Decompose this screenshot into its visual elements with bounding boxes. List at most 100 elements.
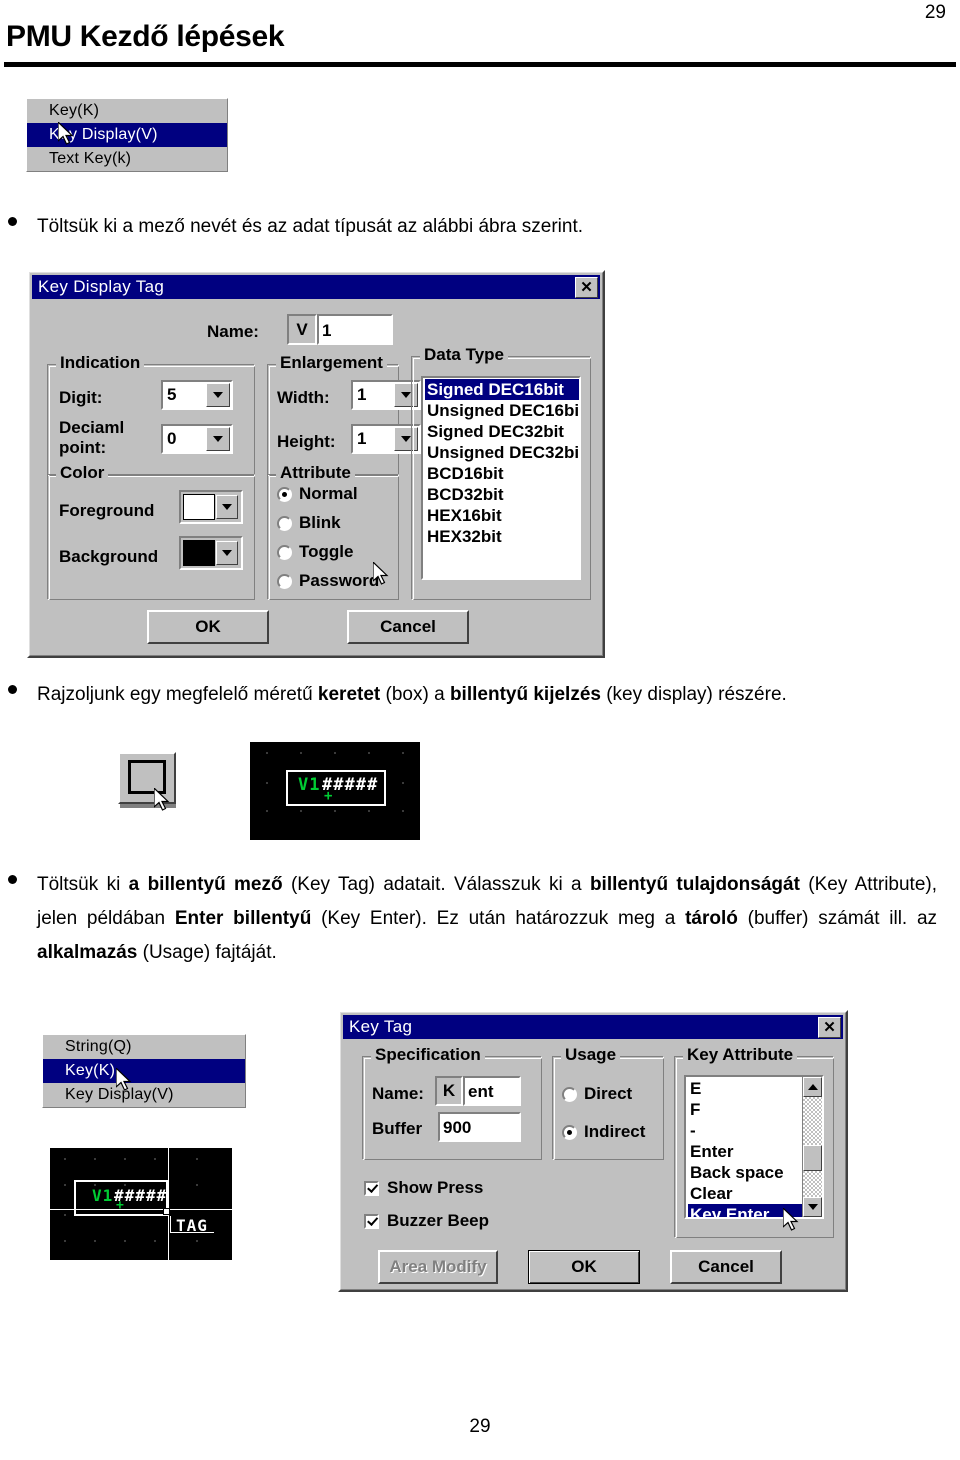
checkbox-icon [364,1213,379,1229]
foreground-color-picker[interactable] [179,490,243,524]
paragraph-3-bold: alkalmazás [37,942,138,963]
key-attribute-group-label: Key Attribute [683,1045,798,1065]
attribute-option-label: Password [299,571,380,590]
area-modify-button[interactable]: Area Modify [378,1250,498,1284]
cancel-button[interactable]: Cancel [347,610,469,644]
attribute-option-label: Blink [299,513,341,532]
key-attribute-scrollbar[interactable] [802,1077,822,1217]
width-value: 1 [357,385,367,404]
key-tag-dialog[interactable]: Key Tag ✕ Specification Name: K ent Buff… [338,1010,848,1292]
checkbox-icon [364,1180,379,1196]
dialog-titlebar[interactable]: Key Display Tag ✕ [32,275,600,299]
usage-group: Usage [552,1045,664,1160]
context-menu-top[interactable]: Key(K) Key Display(V) Text Key(k) [26,98,228,172]
pmu-selection-handle[interactable] [163,1208,170,1215]
key-name-input[interactable]: ent [463,1076,521,1106]
list-item[interactable]: HEX16bit [425,505,579,526]
specification-group-label: Specification [371,1045,485,1065]
menu-item-key-display[interactable]: Key Display(V) [43,1083,245,1107]
list-item[interactable]: Unsigned DEC32bit [425,442,579,463]
menu-item-key[interactable]: Key(K) [27,99,227,123]
paragraph-2-seg: (box) a [380,684,450,705]
chevron-down-icon[interactable] [216,541,238,565]
paragraph-3-seg: (Usage) fajtáját. [137,942,277,963]
usage-radio-indirect[interactable]: Indirect [562,1122,645,1142]
paragraph-1-text: Töltsük ki a mező nevét és az adat típus… [37,216,584,237]
scroll-up-icon[interactable] [803,1077,822,1097]
name-input[interactable]: 1 [317,314,393,345]
show-press-checkbox[interactable]: Show Press [364,1178,483,1198]
list-item[interactable]: Signed DEC32bit [425,421,579,442]
pmu-cursor-mark-2: + [116,1198,125,1213]
draw-box-tool-icon[interactable] [118,748,182,810]
radio-icon [277,544,292,560]
menu-item-text-key[interactable]: Text Key(k) [27,147,227,171]
usage-radio-direct[interactable]: Direct [562,1084,632,1104]
key-attribute-listbox[interactable]: E F - Enter Back space Clear Key Enter [684,1075,824,1219]
paragraph-3-seg: (Key Enter). Ez után határozzuk meg a [311,908,686,929]
background-label: Background [59,547,159,566]
list-item[interactable]: Enter [688,1141,802,1162]
attribute-radio-password[interactable]: Password [277,571,379,591]
key-attribute-list-items: E F - Enter Back space Clear Key Enter [686,1077,802,1217]
menu-item-label: String(Q) [65,1038,132,1055]
menu-item-label: Key Display(V) [65,1086,174,1103]
list-item[interactable]: Back space [688,1162,802,1183]
foreground-label: Foreground [59,501,155,520]
close-icon[interactable]: ✕ [818,1016,841,1038]
decimal-point-combobox[interactable]: 0 [161,424,233,454]
menu-item-key-display[interactable]: Key Display(V) [27,123,227,147]
list-item[interactable]: Signed DEC16bit [425,379,579,400]
close-icon[interactable]: ✕ [575,276,598,298]
decimal-point-value: 0 [167,429,177,448]
background-color-picker[interactable] [179,536,243,570]
show-press-label: Show Press [387,1178,484,1197]
attribute-radio-toggle[interactable]: Toggle [277,542,353,562]
buzzer-beep-checkbox[interactable]: Buzzer Beep [364,1211,489,1231]
menu-item-key[interactable]: Key(K) [43,1059,245,1083]
context-menu-bottom[interactable]: String(Q) Key(K) Key Display(V) [42,1034,246,1108]
decimal-point-label-line1: Deciaml [59,418,125,437]
attribute-radio-blink[interactable]: Blink [277,513,341,533]
attribute-group-label: Attribute [276,463,355,483]
chevron-down-icon[interactable] [216,495,238,519]
key-name-prefix: K [435,1076,463,1106]
ok-button[interactable]: OK [147,610,269,644]
chevron-down-icon[interactable] [206,383,230,407]
scrollbar-thumb[interactable] [803,1145,822,1171]
height-value: 1 [357,429,367,448]
paragraph-2-bold: keretet [317,684,381,705]
dialog-titlebar[interactable]: Key Tag ✕ [343,1015,843,1039]
paragraph-3-bold: tároló [685,908,738,929]
list-item[interactable]: HEX32bit [425,526,579,547]
paragraph-3-bold: Enter billentyű [174,908,312,929]
menu-item-string[interactable]: String(Q) [43,1035,245,1059]
scroll-down-icon[interactable] [803,1197,822,1217]
specification-group: Specification [362,1045,542,1160]
list-item[interactable]: E [688,1078,802,1099]
data-type-listbox[interactable]: Signed DEC16bit Unsigned DEC16bit Signed… [421,376,581,580]
buffer-input[interactable]: 900 [438,1112,521,1142]
paragraph-3-seg: (buffer) számát ill. az [737,908,938,929]
bullet-dot-icon [8,217,17,226]
width-label: Width: [277,388,330,407]
key-display-tag-dialog[interactable]: Key Display Tag ✕ Name: V 1 Indication D… [27,270,605,658]
buzzer-beep-label: Buzzer Beep [387,1211,490,1230]
ok-button[interactable]: OK [528,1250,640,1284]
list-item[interactable]: Clear [688,1183,802,1204]
paragraph-3-bold: billentyű tulajdonságát [589,874,800,895]
list-item[interactable]: BCD16bit [425,463,579,484]
list-item[interactable]: F [688,1099,802,1120]
chevron-down-icon[interactable] [206,427,230,451]
name-prefix: V [287,314,317,345]
list-item[interactable]: - [688,1120,802,1141]
list-item[interactable]: Key Enter [688,1204,802,1217]
bullet-paragraph-2: Rajzoljunk egy megfelelő méretű keretet … [8,678,938,712]
digit-combobox[interactable]: 5 [161,380,233,410]
enlargement-group-label: Enlargement [276,353,387,373]
list-item[interactable]: Unsigned DEC16bit [425,400,579,421]
cancel-button[interactable]: Cancel [670,1250,782,1284]
attribute-radio-normal[interactable]: Normal [277,484,358,504]
scrollbar-track[interactable] [803,1097,822,1197]
list-item[interactable]: BCD32bit [425,484,579,505]
